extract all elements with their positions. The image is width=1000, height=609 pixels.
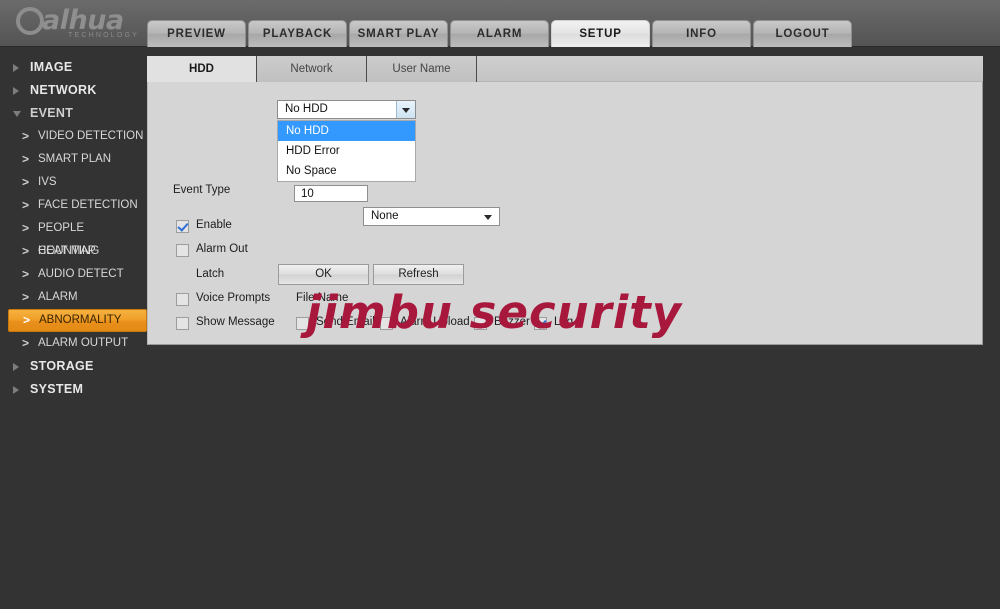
- topnav-alarm[interactable]: ALARM: [450, 20, 549, 47]
- buzzer-checkbox[interactable]: [474, 317, 487, 330]
- topnav-preview[interactable]: PREVIEW: [147, 20, 246, 47]
- chevron-right-icon: >: [22, 129, 30, 143]
- sidebar-item-smart-plan[interactable]: > SMART PLAN: [8, 148, 147, 171]
- event-type-value: No HDD: [285, 103, 328, 115]
- chevron-right-icon: >: [22, 221, 30, 235]
- chevron-down-icon: [484, 215, 492, 220]
- event-type-dropdown-list: No HDD HDD Error No Space: [277, 120, 416, 182]
- sidebar-item-label: AUDIO DETECT: [38, 268, 124, 280]
- event-type-option-no-space[interactable]: No Space: [278, 161, 415, 181]
- logo-circle-icon: [16, 7, 44, 35]
- chevron-right-icon: [13, 63, 19, 72]
- chevron-right-icon: >: [22, 267, 30, 281]
- sidebar-item-audio-detect[interactable]: > AUDIO DETECT: [8, 263, 147, 286]
- sidebar-item-abnormality[interactable]: > ABNORMALITY: [8, 309, 147, 332]
- send-email-label: Send Email: [316, 316, 375, 328]
- sidebar-group-label: EVENT: [30, 106, 74, 120]
- buzzer-label: Buzzer: [494, 316, 530, 328]
- chevron-right-icon: >: [22, 198, 30, 212]
- sidebar-item-label: FACE DETECTION: [38, 199, 138, 211]
- chevron-right-icon: >: [22, 175, 30, 189]
- ok-button[interactable]: OK: [278, 264, 369, 285]
- tab-user-name[interactable]: User Name: [367, 56, 477, 82]
- chevron-right-icon: [13, 385, 19, 394]
- sidebar-item-label: VIDEO DETECTION: [38, 130, 144, 142]
- topnav-info[interactable]: INFO: [652, 20, 751, 47]
- chevron-right-icon: [13, 362, 19, 371]
- content-tabstrip: HDD Network User Name: [147, 56, 983, 82]
- show-message-label: Show Message: [196, 316, 275, 328]
- refresh-button[interactable]: Refresh: [373, 264, 464, 285]
- chevron-right-icon: >: [22, 290, 30, 304]
- enable-checkbox[interactable]: [176, 220, 189, 233]
- chevron-right-icon: [13, 86, 19, 95]
- send-email-checkbox[interactable]: [296, 317, 309, 330]
- sidebar-item-label: ABNORMALITY: [39, 314, 122, 326]
- abnormality-hdd-form: Event Type Enable Alarm Out Latch Sec.(0…: [147, 82, 983, 345]
- sidebar-group-label: NETWORK: [30, 83, 97, 97]
- latch-input[interactable]: [294, 185, 368, 202]
- chevron-right-icon: >: [23, 313, 31, 327]
- chevron-right-icon: >: [22, 244, 30, 258]
- event-type-option-hdd-error[interactable]: HDD Error: [278, 141, 415, 161]
- sidebar-group-system[interactable]: SYSTEM: [0, 378, 147, 401]
- sidebar-item-ivs[interactable]: > IVS: [8, 171, 147, 194]
- topnav-setup[interactable]: SETUP: [551, 20, 650, 47]
- file-name-label: File Name: [296, 292, 349, 304]
- sidebar-item-heat-map[interactable]: > HEAT MAP: [8, 240, 147, 263]
- event-type-label: Event Type: [173, 184, 231, 196]
- sidebar-group-event[interactable]: EVENT: [0, 102, 147, 125]
- log-label: Log: [554, 316, 574, 328]
- chevron-down-icon: [13, 110, 21, 121]
- log-checkbox[interactable]: [534, 317, 547, 330]
- voice-prompts-label: Voice Prompts: [196, 292, 271, 304]
- alarm-out-checkbox[interactable]: [176, 244, 189, 257]
- app-header: alhua TECHNOLOGY PREVIEW PLAYBACK SMART …: [0, 0, 1000, 47]
- alarm-upload-label: Alarm Upload: [400, 316, 470, 328]
- logo-tagline: TECHNOLOGY: [68, 32, 140, 39]
- event-type-option-no-hdd[interactable]: No HDD: [278, 121, 415, 141]
- topnav-logout[interactable]: LOGOUT: [753, 20, 852, 47]
- event-type-select[interactable]: No HDD: [277, 100, 416, 119]
- sidebar-group-storage[interactable]: STORAGE: [0, 355, 147, 378]
- tab-network[interactable]: Network: [257, 56, 367, 82]
- file-name-value: None: [371, 210, 399, 222]
- sidebar-group-label: SYSTEM: [30, 382, 84, 396]
- sidebar-item-label: ALARM OUTPUT: [38, 337, 129, 349]
- sidebar-group-network[interactable]: NETWORK: [0, 79, 147, 102]
- sidebar-group-label: STORAGE: [30, 359, 94, 373]
- sidebar-group-image[interactable]: IMAGE: [0, 56, 147, 79]
- enable-label: Enable: [196, 219, 232, 231]
- chevron-down-icon[interactable]: [396, 101, 415, 118]
- chevron-right-icon: >: [22, 336, 30, 350]
- topnav-smart-play[interactable]: SMART PLAY: [349, 20, 448, 47]
- sidebar-item-label: SMART PLAN: [38, 153, 112, 165]
- file-name-select[interactable]: None: [363, 207, 500, 226]
- sidebar-item-people-counting[interactable]: > PEOPLE COUNTING: [8, 217, 147, 257]
- voice-prompts-checkbox[interactable]: [176, 293, 189, 306]
- top-navigation: PREVIEW PLAYBACK SMART PLAY ALARM SETUP …: [147, 20, 852, 47]
- tab-hdd[interactable]: HDD: [147, 56, 257, 82]
- sidebar-item-alarm-output[interactable]: > ALARM OUTPUT: [8, 332, 147, 355]
- tabstrip-filler: [477, 56, 983, 82]
- sidebar-item-label: IVS: [38, 176, 57, 188]
- sidebar-item-face-detection[interactable]: > FACE DETECTION: [8, 194, 147, 217]
- dahua-logo: alhua TECHNOLOGY: [14, 2, 144, 44]
- sidebar-item-label: HEAT MAP: [38, 245, 96, 257]
- show-message-checkbox[interactable]: [176, 317, 189, 330]
- latch-label: Latch: [196, 268, 225, 280]
- chevron-right-icon: >: [22, 152, 30, 166]
- sidebar-group-label: IMAGE: [30, 60, 73, 74]
- alarm-out-label: Alarm Out: [196, 243, 248, 255]
- sidebar-item-video-detection[interactable]: > VIDEO DETECTION: [8, 125, 147, 148]
- topnav-playback[interactable]: PLAYBACK: [248, 20, 347, 47]
- sidebar-item-alarm[interactable]: > ALARM: [8, 286, 147, 309]
- alarm-upload-checkbox[interactable]: [380, 317, 393, 330]
- sidebar-item-label: ALARM: [38, 291, 78, 303]
- sidebar: IMAGE NETWORK EVENT > VIDEO DETECTION > …: [0, 48, 147, 609]
